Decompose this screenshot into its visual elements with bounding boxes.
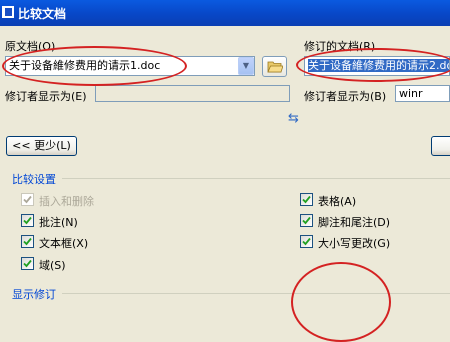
checkmark-icon (23, 216, 32, 225)
title-bar[interactable]: 比较文档 (0, 0, 450, 26)
checkbox-insertions-deletions (21, 193, 34, 206)
tables-label: 表格(A) (318, 195, 357, 208)
word-document-icon (2, 6, 14, 18)
checkbox-case-changes[interactable] (300, 235, 313, 248)
checkmark-icon (23, 237, 32, 246)
checkbox-fields[interactable] (21, 257, 34, 270)
revised-document-combobox[interactable]: 关于设备維修费用的请示2.doc (304, 56, 450, 76)
checkbox-comments[interactable] (21, 214, 34, 227)
insertions-deletions-label: 插入和删除 (39, 195, 94, 208)
less-button[interactable]: << 更少(L) (6, 136, 77, 156)
section-divider (62, 293, 450, 294)
original-document-combobox[interactable]: 关于设备維修费用的请示1.doc (5, 56, 255, 76)
textboxes-label: 文本框(X) (39, 237, 89, 250)
original-reviewer-label: 修订者显示为(E) (5, 90, 87, 103)
checkmark-icon (302, 195, 311, 204)
chevron-down-icon[interactable]: ▼ (238, 57, 254, 75)
footnotes-endnotes-label: 脚注和尾注(D) (318, 216, 391, 229)
compare-button-partial[interactable] (431, 136, 450, 156)
revised-reviewer-label: 修订者显示为(B) (304, 90, 387, 103)
revised-document-filename: 关于设备維修费用的请示2.doc (308, 59, 449, 72)
red-annotation-oval (291, 262, 391, 342)
case-changes-label: 大小写更改(G) (318, 237, 391, 250)
compare-settings-title: 比较设置 (12, 173, 56, 186)
checkmark-icon (302, 216, 311, 225)
checkmark-icon (23, 195, 32, 204)
checkbox-tables[interactable] (300, 193, 313, 206)
window-title: 比较文档 (18, 7, 67, 21)
open-folder-icon[interactable] (262, 56, 287, 77)
checkmark-icon (302, 237, 311, 246)
swap-arrows-icon[interactable]: ⇆ (288, 111, 299, 126)
original-document-label: 原文档(O) (5, 40, 56, 53)
original-document-filename: 关于设备維修费用的请示1.doc (9, 59, 161, 72)
section-divider (62, 178, 450, 179)
original-reviewer-field[interactable] (95, 85, 290, 102)
checkbox-footnotes-endnotes[interactable] (300, 214, 313, 227)
revised-reviewer-field[interactable]: winr (395, 85, 450, 102)
revised-document-label: 修订的文档(R) (304, 40, 376, 53)
fields-label: 域(S) (39, 259, 66, 272)
comments-label: 批注(N) (39, 216, 78, 229)
checkmark-icon (23, 259, 32, 268)
checkbox-textboxes[interactable] (21, 235, 34, 248)
